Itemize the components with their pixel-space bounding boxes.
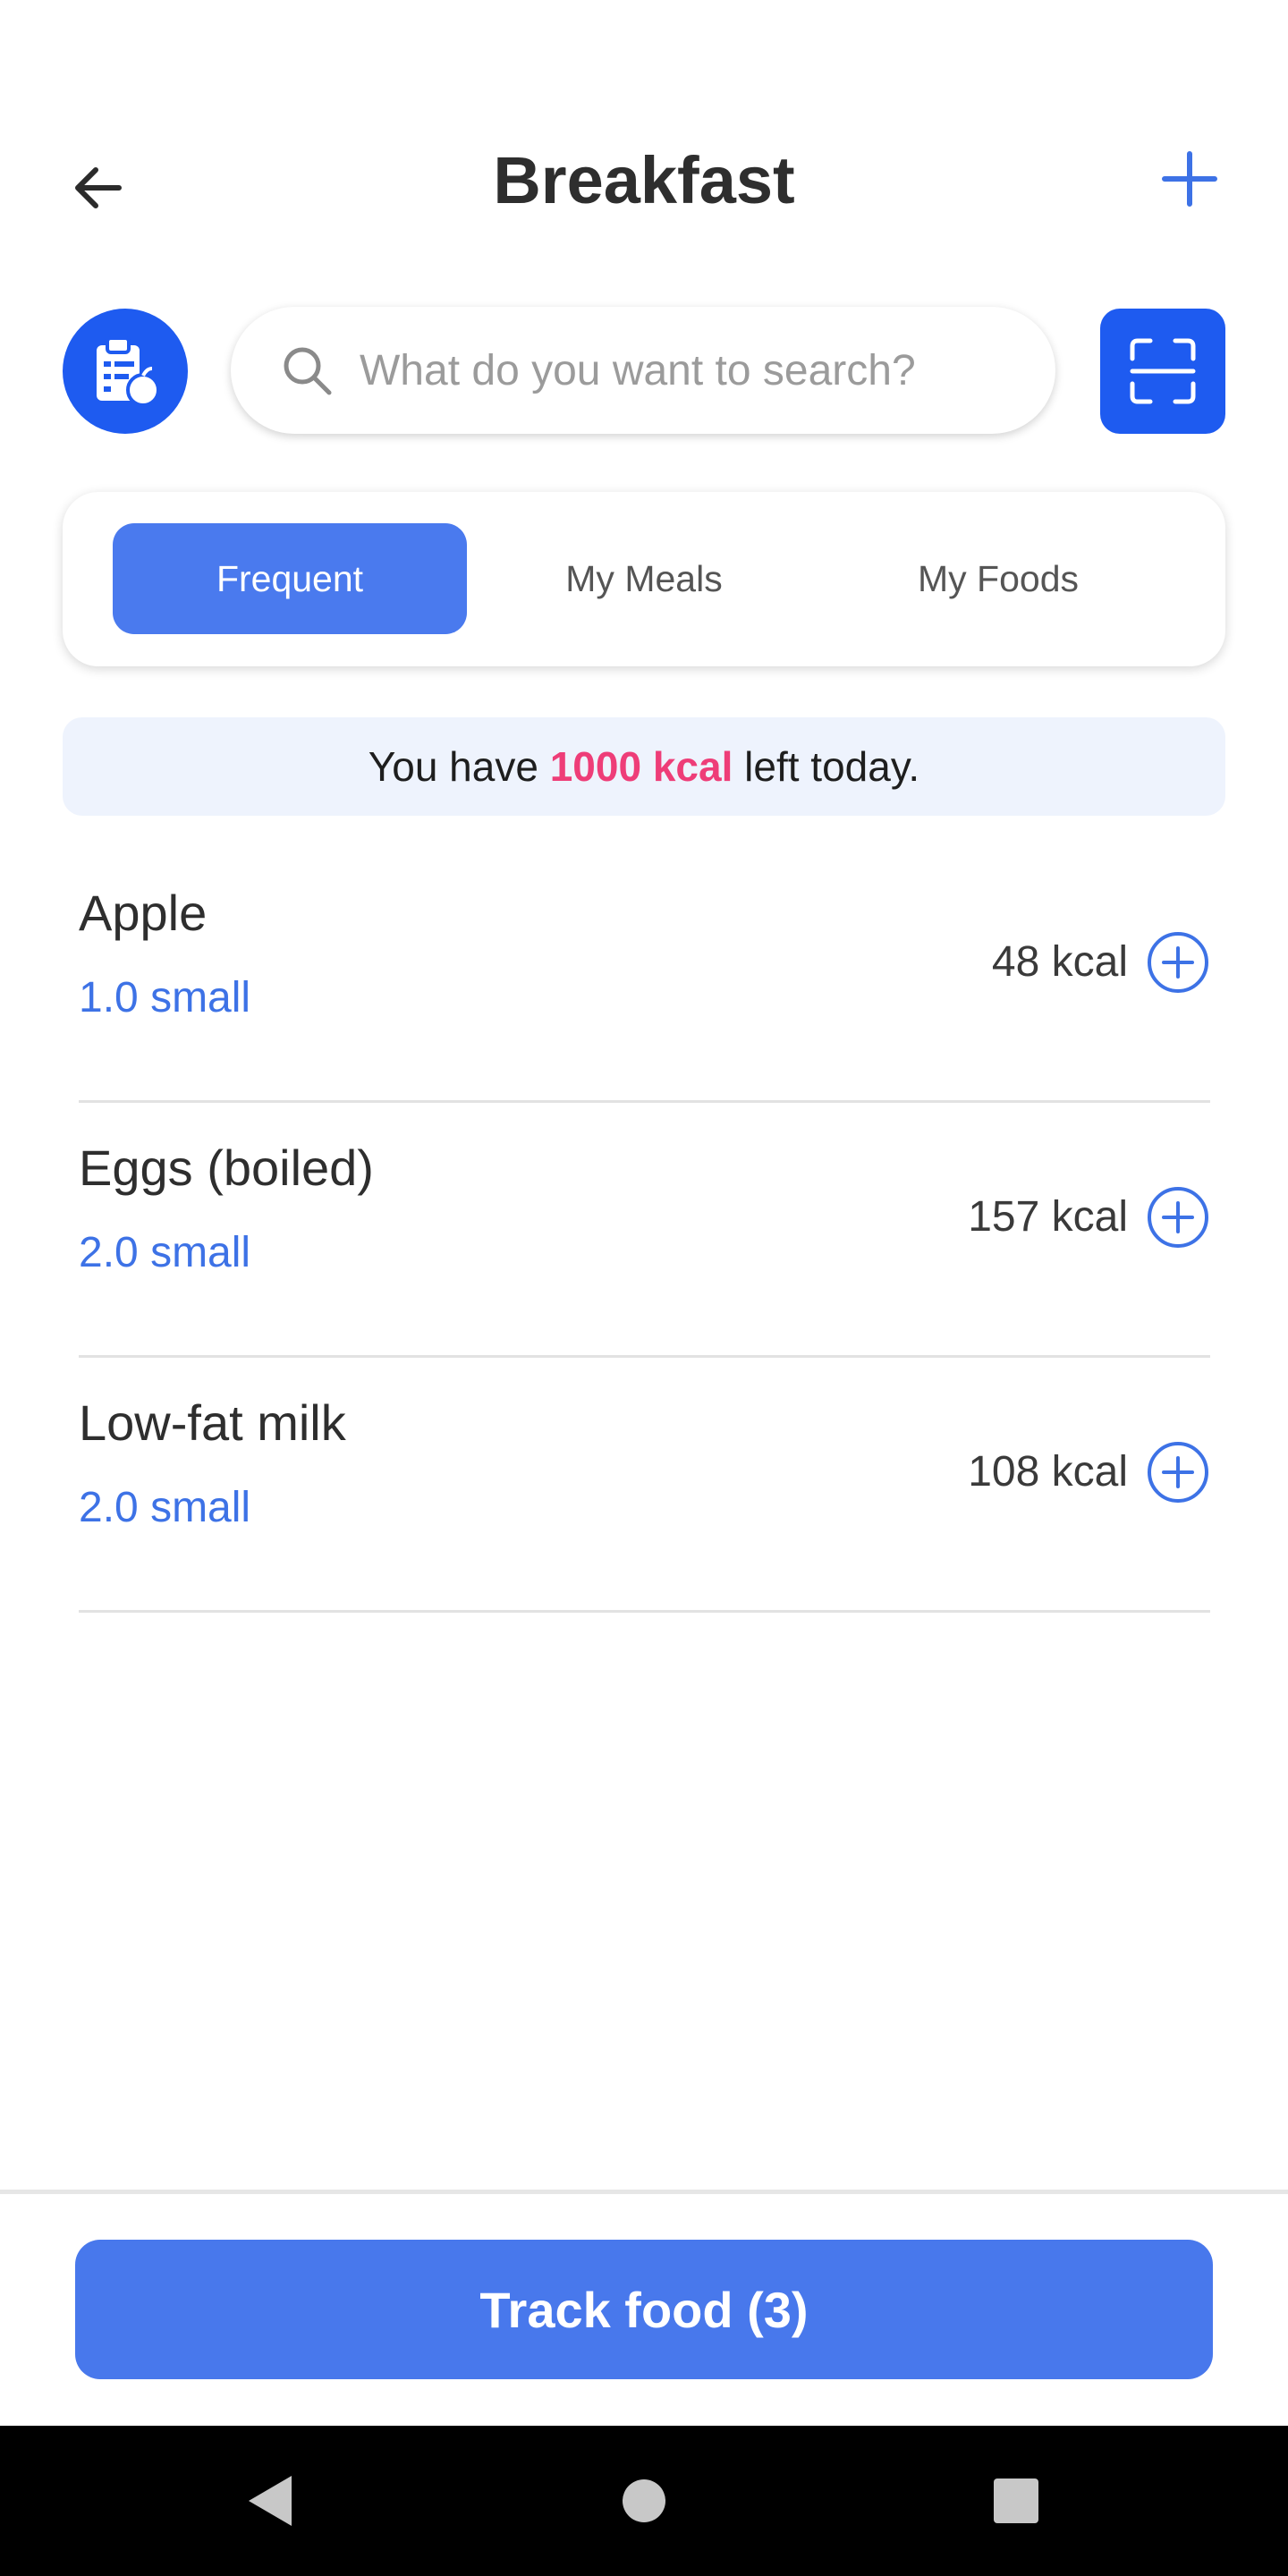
plus-icon — [1162, 151, 1217, 207]
nav-recents-button[interactable] — [980, 2465, 1052, 2537]
food-kcal: 157 kcal — [968, 1193, 1128, 1241]
clipboard-apple-icon — [97, 336, 160, 407]
food-list-item[interactable]: Eggs (boiled) 2.0 small 157 kcal — [79, 1103, 1210, 1358]
remaining-kcal-value: 1000 kcal — [549, 743, 733, 790]
banner-prefix: You have — [368, 743, 550, 790]
search-input[interactable] — [358, 344, 1041, 396]
tab-my-foods[interactable]: My Foods — [821, 523, 1175, 634]
food-portion: 2.0 small — [79, 1484, 251, 1531]
nav-home-button[interactable] — [608, 2465, 680, 2537]
nav-home-icon — [623, 2479, 665, 2522]
food-name: Low-fat milk — [79, 1394, 346, 1451]
barcode-scan-icon — [1130, 338, 1196, 404]
nav-back-icon — [249, 2476, 292, 2526]
add-circle-icon[interactable] — [1146, 930, 1210, 995]
track-food-button[interactable]: Track food (3) — [75, 2240, 1213, 2379]
system-nav-bar — [0, 2426, 1288, 2576]
add-circle-icon[interactable] — [1146, 1185, 1210, 1250]
tab-frequent[interactable]: Frequent — [113, 523, 467, 634]
food-name: Apple — [79, 885, 208, 941]
barcode-scan-button[interactable] — [1100, 309, 1225, 434]
page-title: Breakfast — [493, 143, 795, 217]
food-portion: 1.0 small — [79, 974, 251, 1021]
food-kcal: 48 kcal — [991, 938, 1128, 986]
add-circle-icon[interactable] — [1146, 1440, 1210, 1504]
food-portion: 2.0 small — [79, 1229, 251, 1276]
food-name: Eggs (boiled) — [79, 1140, 374, 1196]
nav-back-button[interactable] — [234, 2465, 306, 2537]
bottom-divider — [0, 2190, 1288, 2194]
food-diary-button[interactable] — [63, 309, 188, 434]
food-list-item[interactable]: Low-fat milk 2.0 small 108 kcal — [79, 1358, 1210, 1613]
food-kcal: 108 kcal — [968, 1448, 1128, 1496]
tab-my-meals[interactable]: My Meals — [467, 523, 821, 634]
search-icon — [284, 347, 332, 395]
tab-bar: Frequent My Meals My Foods — [63, 492, 1225, 666]
calories-remaining-banner: You have 1000 kcal left today. — [63, 717, 1225, 816]
add-button[interactable] — [1145, 134, 1234, 224]
banner-suffix: left today. — [733, 743, 920, 790]
nav-recents-icon — [994, 2479, 1038, 2523]
search-bar[interactable] — [231, 307, 1055, 434]
food-list-item[interactable]: Apple 1.0 small 48 kcal — [79, 848, 1210, 1103]
